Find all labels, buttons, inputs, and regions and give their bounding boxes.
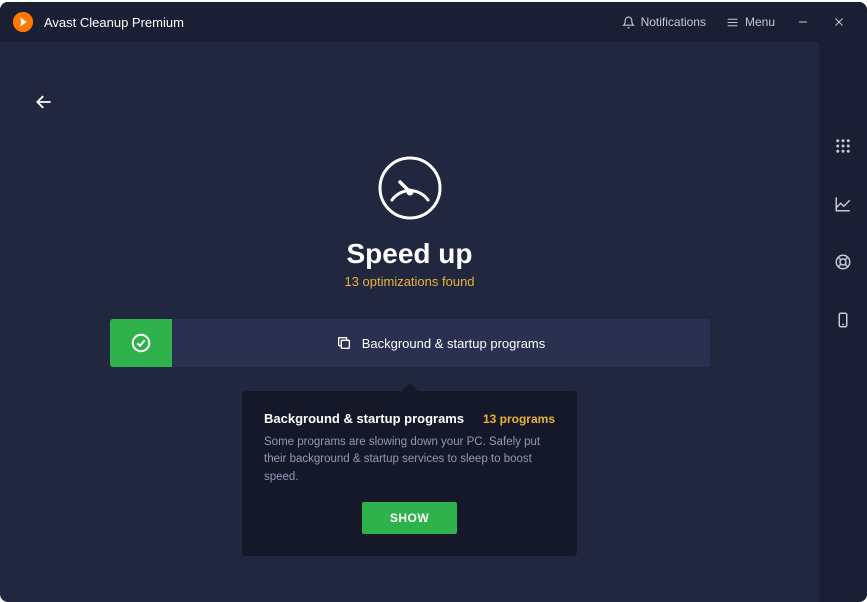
help-button[interactable] [823, 242, 863, 282]
popover-description: Some programs are slowing down your PC. … [264, 434, 555, 486]
category-row-content: Background & startup programs [172, 335, 710, 351]
copy-stack-icon [336, 335, 352, 351]
popover-count: 13 programs [483, 412, 555, 426]
app-window: Avast Cleanup Premium Notifications Menu [0, 2, 867, 602]
status-chip-ok [110, 319, 172, 367]
popover-arrow [400, 383, 420, 393]
menu-button[interactable]: Menu [718, 11, 783, 33]
grid-icon [834, 137, 852, 155]
notifications-button[interactable]: Notifications [614, 11, 714, 33]
category-row[interactable]: Background & startup programs [110, 319, 710, 367]
page-subtitle: 13 optimizations found [344, 274, 474, 289]
lifebuoy-icon [834, 253, 852, 271]
gauge-icon [374, 152, 446, 238]
apps-grid-button[interactable] [823, 126, 863, 166]
page-title: Speed up [346, 238, 472, 270]
app-logo-wrap: Avast Cleanup Premium [12, 11, 184, 33]
line-chart-icon [834, 195, 852, 213]
popover-header: Background & startup programs 13 program… [264, 411, 555, 426]
phone-icon [834, 311, 852, 329]
titlebar-actions: Notifications Menu [614, 6, 855, 38]
app-title: Avast Cleanup Premium [44, 15, 184, 30]
menu-label: Menu [745, 15, 775, 29]
avast-logo-icon [12, 11, 34, 33]
minimize-button[interactable] [787, 6, 819, 38]
check-circle-icon [130, 332, 152, 354]
close-button[interactable] [823, 6, 855, 38]
arrow-left-icon [34, 92, 54, 112]
bell-icon [622, 16, 635, 29]
popover: Background & startup programs 13 program… [242, 391, 577, 556]
minimize-icon [797, 16, 809, 28]
hero-section: Speed up 13 optimizations found [344, 152, 474, 289]
show-button[interactable]: SHOW [362, 502, 457, 534]
titlebar: Avast Cleanup Premium Notifications Menu [0, 2, 867, 42]
main-content: Speed up 13 optimizations found [0, 42, 819, 602]
notifications-label: Notifications [641, 15, 706, 29]
category-label: Background & startup programs [362, 336, 546, 351]
body: Speed up 13 optimizations found [0, 42, 867, 602]
back-button[interactable] [32, 90, 56, 114]
mobile-button[interactable] [823, 300, 863, 340]
popover-title: Background & startup programs [264, 411, 464, 426]
hamburger-icon [726, 16, 739, 29]
quickbar [819, 42, 867, 602]
stats-button[interactable] [823, 184, 863, 224]
close-icon [833, 16, 845, 28]
